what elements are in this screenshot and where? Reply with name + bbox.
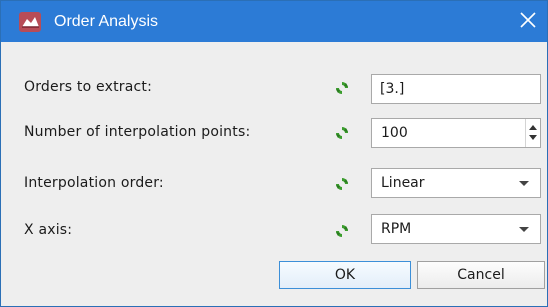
orders-to-extract-input[interactable]	[371, 74, 541, 104]
interpolation-points-value: 100	[381, 125, 408, 141]
interpolation-points-label: Number of interpolation points:	[24, 124, 251, 140]
app-icon	[19, 11, 41, 32]
form-content: Orders to extract: Number of interpolati…	[1, 42, 547, 304]
x-axis-value: RPM	[381, 221, 412, 237]
spin-up-icon[interactable]	[529, 125, 537, 130]
interpolation-points-spinbox[interactable]: 100	[371, 118, 541, 148]
interpolation-order-value: Linear	[381, 175, 425, 191]
close-icon[interactable]	[517, 9, 539, 31]
cancel-button[interactable]: Cancel	[417, 261, 545, 289]
spin-buttons	[525, 119, 540, 147]
chevron-down-icon	[519, 181, 529, 186]
interpolation-order-label: Interpolation order:	[24, 175, 164, 191]
reset-default-icon[interactable]	[335, 81, 349, 95]
orders-to-extract-label: Orders to extract:	[24, 79, 153, 95]
x-axis-dropdown[interactable]: RPM	[371, 214, 541, 244]
dialog-title: Order Analysis	[54, 12, 159, 30]
interpolation-order-dropdown[interactable]: Linear	[371, 168, 541, 198]
x-axis-label: X axis:	[24, 222, 73, 238]
reset-default-icon[interactable]	[335, 126, 349, 140]
ok-button[interactable]: OK	[279, 261, 411, 289]
spin-down-icon[interactable]	[529, 135, 537, 140]
chevron-down-icon	[519, 227, 529, 232]
title-bar[interactable]: Order Analysis	[1, 1, 547, 42]
order-analysis-dialog: Order Analysis Orders to extract: Number…	[0, 0, 548, 307]
reset-default-icon[interactable]	[335, 224, 349, 238]
reset-default-icon[interactable]	[335, 177, 349, 191]
